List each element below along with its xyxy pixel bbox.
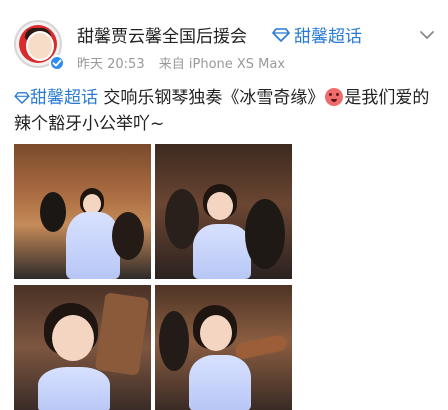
photo-4-face [200,315,232,351]
photo-1-musician [112,212,144,260]
photo-4-musician [159,311,189,371]
topic-chip[interactable]: 甜馨超话 [272,22,362,47]
photo-1[interactable] [14,144,151,279]
photo-1-dress [66,212,120,279]
diamond-topic-icon [272,27,290,42]
user-name[interactable]: 甜馨贾云馨全国后援会 [77,22,247,47]
post-header: 甜馨贾云馨全国后援会 甜馨超话 昨天 20:53 来自 iPhone XS Ma… [0,0,448,76]
diamond-topic-icon [14,92,30,104]
post-time: 昨天 20:53 [77,57,145,72]
post-source: 来自 iPhone XS Max [158,57,286,72]
emoji-icon [325,88,344,106]
verified-badge-icon [49,55,65,71]
post-text-a: 交响乐钢琴独奏《冰雪奇缘》 [98,88,325,108]
post-meta: 昨天 20:53 来自 iPhone XS Max [77,53,285,72]
photo-4-dress [189,355,251,410]
photo-3-dress [38,367,110,410]
avatar-face [26,31,54,61]
photo-4-violin [233,333,289,361]
photo-2-face [207,192,233,220]
photo-1-pianist [40,192,66,232]
photo-2-dress [193,224,251,279]
photo-2-musician-right [245,199,285,269]
verified-check-icon [52,59,62,67]
photo-3-violin [94,292,150,376]
photo-2[interactable] [155,144,292,279]
chevron-down-icon[interactable] [418,28,436,42]
photo-1-face [83,194,101,214]
post-topic-link[interactable]: 甜馨超话 [30,88,98,108]
photo-3[interactable] [14,285,151,410]
topic-chip-label: 甜馨超话 [294,27,362,47]
photo-3-face [52,315,94,361]
photo-4[interactable] [155,285,292,410]
post-text: 甜馨超话 交响乐钢琴独奏《冰雪奇缘》 是我们爱的辣个豁牙小公举吖~ [14,85,438,137]
